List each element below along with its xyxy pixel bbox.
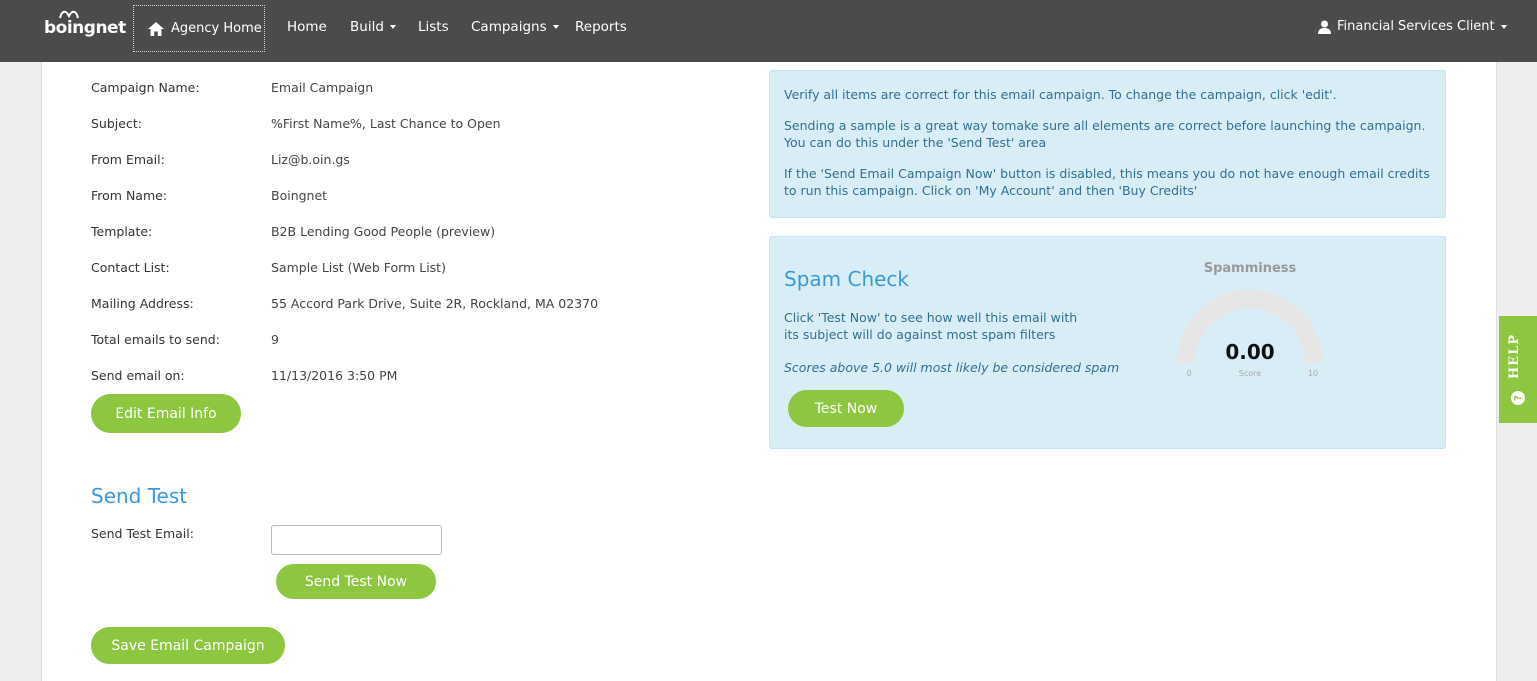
gauge-score: 0.00: [1225, 340, 1274, 364]
question-icon: ?: [1511, 391, 1525, 405]
send-date-label: Send email on:: [91, 368, 185, 383]
chevron-down-icon: [552, 25, 559, 29]
spam-check-title: Spam Check: [784, 267, 910, 291]
subject-label: Subject:: [91, 116, 142, 131]
info-paragraph-edit: Verify all items are correct for this em…: [784, 87, 1337, 102]
nav-reports-label: Reports: [575, 19, 627, 35]
send-test-title: Send Test: [91, 484, 188, 508]
chevron-down-icon: [1500, 24, 1507, 29]
mailing-address-value: 55 Accord Park Drive, Suite 2R, Rockland…: [271, 296, 599, 311]
spamminess-gauge: Spamminess 0.00 Score 0 10: [1177, 261, 1323, 378]
user-menu[interactable]: Financial Services Client: [1318, 19, 1507, 34]
edit-email-info-button[interactable]: Edit Email Info: [91, 394, 241, 433]
send-date-value: 11/13/2016 3:50 PM: [271, 368, 398, 383]
from-name-value: Boingnet: [271, 188, 328, 203]
total-emails-value: 9: [271, 332, 279, 347]
template-value[interactable]: B2B Lending Good People (preview): [271, 224, 495, 239]
logo-text: boingnet: [44, 18, 126, 38]
nav-build-label: Build: [350, 19, 384, 35]
save-email-campaign-button[interactable]: Save Email Campaign: [91, 627, 285, 664]
gauge-max-label: 10: [1308, 369, 1318, 378]
from-email-value: Liz@b.oin.gs: [271, 152, 350, 167]
nav-lists-label: Lists: [418, 19, 449, 35]
info-alert: Verify all items are correct for this em…: [769, 70, 1446, 218]
spam-check-note: Scores above 5.0 will most likely be con…: [784, 360, 1120, 375]
send-test-now-button[interactable]: Send Test Now: [276, 564, 436, 599]
mailing-address-label: Mailing Address:: [91, 296, 194, 311]
from-name-label: From Name:: [91, 188, 168, 203]
subject-value: %First Name%, Last Chance to Open: [271, 116, 501, 131]
contact-list-label: Contact List:: [91, 260, 170, 275]
total-emails-label: Total emails to send:: [91, 332, 220, 347]
home-icon: [148, 21, 164, 36]
help-tab[interactable]: HELP ?: [1499, 316, 1537, 423]
nav-reports[interactable]: Reports: [575, 19, 627, 35]
chevron-down-icon: [389, 25, 396, 29]
send-test-email-label: Send Test Email:: [91, 526, 194, 541]
user-icon: [1318, 20, 1331, 34]
campaign-name-value: Email Campaign: [271, 80, 374, 95]
nav-build[interactable]: Build: [350, 19, 396, 35]
info-paragraph-credits: If the 'Send Email Campaign Now' button …: [784, 166, 1430, 198]
user-name: Financial Services Client: [1337, 19, 1495, 34]
info-paragraph-sample: Sending a sample is a great way tomake s…: [784, 118, 1426, 150]
spam-check-panel: Spam Check Click 'Test Now' to see how w…: [769, 236, 1446, 449]
help-label: HELP: [1507, 334, 1522, 380]
test-now-button[interactable]: Test Now: [788, 390, 904, 427]
campaign-name-label: Campaign Name:: [91, 80, 200, 95]
spam-check-description: Click 'Test Now' to see how well this em…: [784, 310, 1078, 342]
nav-campaigns-label: Campaigns: [471, 19, 547, 35]
from-email-label: From Email:: [91, 152, 165, 167]
boingnet-logo[interactable]: boingnet: [44, 10, 126, 44]
nav-home-label: Home: [287, 19, 327, 35]
top-navbar: boingnet Agency Home Home Build Lists Ca…: [0, 0, 1537, 62]
gauge-min-label: 0: [1186, 369, 1191, 378]
nav-home[interactable]: Home: [287, 19, 327, 35]
contact-list-value: Sample List (Web Form List): [271, 260, 446, 275]
agency-home-label: Agency Home: [171, 21, 262, 36]
template-label: Template:: [91, 224, 153, 239]
gauge-title: Spamminess: [1204, 261, 1297, 276]
send-test-email-input[interactable]: [271, 525, 442, 555]
agency-home-button[interactable]: Agency Home: [133, 5, 265, 52]
nav-lists[interactable]: Lists: [418, 19, 449, 35]
gauge-score-label: Score: [1239, 369, 1261, 378]
nav-campaigns[interactable]: Campaigns: [471, 19, 559, 35]
